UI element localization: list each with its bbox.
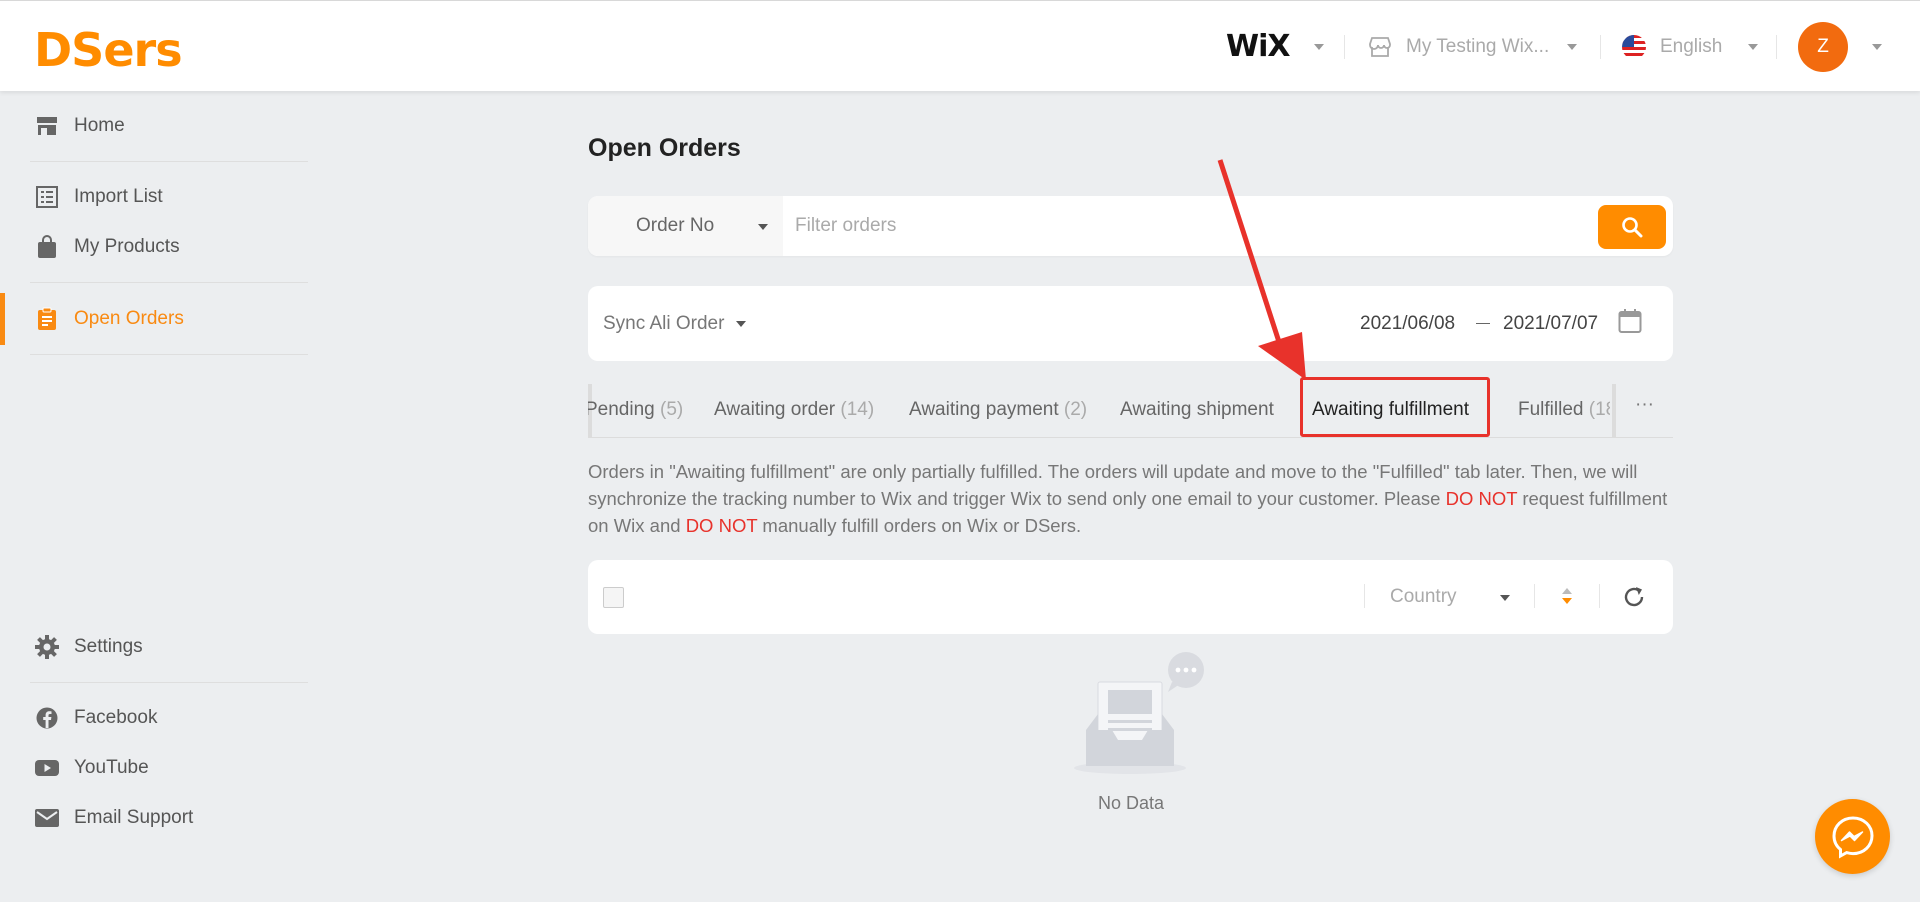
tab-awaiting-shipment[interactable]: Awaiting shipment [1120, 399, 1274, 421]
toolbar-divider [1534, 584, 1535, 608]
sidebar-item-label: Email Support [74, 807, 194, 828]
sidebar-item-label: Import List [74, 186, 163, 207]
top-header: DSers WiX My Testing Wix... English Z [0, 0, 1920, 91]
sidebar-divider [30, 354, 308, 355]
platform-switcher[interactable]: WiX [1226, 1, 1324, 92]
sidebar-item-youtube[interactable]: YouTube [0, 748, 340, 788]
tab-fulfilled[interactable]: Fulfilled (18) [1518, 399, 1610, 421]
gear-icon [35, 635, 59, 659]
language-switcher[interactable]: English [1622, 1, 1759, 92]
list-icon [35, 185, 59, 209]
youtube-icon [35, 756, 59, 780]
chevron-down-icon [758, 224, 768, 230]
account-menu[interactable]: Z [1798, 1, 1882, 92]
sidebar-item-email-support[interactable]: Email Support [0, 798, 340, 838]
sidebar-item-import-list[interactable]: Import List [0, 177, 340, 217]
sidebar-item-home[interactable]: Home [0, 106, 340, 146]
header-divider [1776, 35, 1777, 59]
sync-ali-order-select[interactable]: Sync Ali Order [603, 313, 724, 335]
chevron-down-icon[interactable] [736, 321, 746, 327]
sidebar-item-label: YouTube [74, 757, 149, 778]
empty-state-label: No Data [1098, 793, 1165, 813]
mail-icon [35, 806, 59, 830]
red-arrow-annotation [1217, 159, 1306, 380]
search-bar: Order No [588, 196, 1673, 256]
tab-awaiting-payment[interactable]: Awaiting payment (2) [909, 399, 1087, 421]
refresh-icon[interactable] [1622, 585, 1646, 614]
facebook-icon [35, 706, 59, 730]
tab-scroll-edge [1612, 384, 1616, 437]
sidebar-divider [30, 682, 308, 683]
more-tabs-button[interactable]: ··· [1635, 394, 1654, 416]
calendar-icon[interactable] [1618, 308, 1642, 339]
sidebar-divider [30, 161, 308, 162]
clipboard-icon [35, 307, 59, 331]
chevron-down-icon [1313, 43, 1324, 50]
wix-logo: WiX [1226, 29, 1291, 64]
sidebar-divider [30, 282, 308, 283]
search-icon [1621, 216, 1643, 238]
orders-list-toolbar: Country [588, 560, 1673, 634]
store-name: My Testing Wix... [1406, 35, 1550, 57]
chevron-down-icon [1872, 43, 1882, 50]
sidebar-item-label: Facebook [74, 707, 158, 728]
sidebar-item-label: Open Orders [74, 308, 184, 329]
store-icon [1368, 36, 1392, 58]
chevron-down-icon[interactable] [1500, 595, 1510, 601]
messenger-icon [1831, 815, 1875, 859]
avatar: Z [1798, 21, 1848, 72]
order-status-tabs: Pending (5) Awaiting order (14) Awaiting… [588, 384, 1673, 438]
toolbar-divider [1364, 584, 1365, 608]
date-from[interactable]: 2021/06/08 [1360, 313, 1455, 335]
us-flag-icon [1622, 34, 1646, 59]
home-icon [35, 114, 59, 138]
language-label: English [1660, 35, 1723, 57]
highlight-annotation-box [1300, 377, 1490, 437]
dsers-logo[interactable]: DSers [34, 23, 183, 77]
tab-awaiting-order[interactable]: Awaiting order (14) [714, 399, 874, 421]
chevron-down-icon [1748, 43, 1759, 50]
sidebar-item-label: Settings [74, 636, 143, 657]
select-all-checkbox[interactable] [603, 587, 624, 608]
tab-pending[interactable]: Pending (5) [588, 399, 683, 421]
awaiting-fulfillment-notice: Orders in "Awaiting fulfillment" are onl… [588, 461, 1668, 536]
sidebar-item-label: My Products [74, 236, 180, 257]
toolbar-divider [1599, 584, 1600, 608]
country-filter[interactable]: Country [1390, 586, 1457, 608]
chevron-down-icon [1567, 43, 1578, 50]
date-range-separator [1476, 323, 1490, 324]
filter-orders-input[interactable] [783, 196, 1573, 256]
sidebar-item-open-orders[interactable]: Open Orders [0, 299, 340, 339]
messenger-chat-button[interactable] [1815, 799, 1890, 874]
header-divider [1344, 35, 1345, 59]
search-button[interactable] [1598, 205, 1666, 249]
sidebar-item-settings[interactable]: Settings [0, 627, 340, 667]
sort-icon[interactable] [1561, 586, 1573, 611]
search-field-value: Order No [636, 215, 715, 236]
sidebar-item-facebook[interactable]: Facebook [0, 698, 340, 738]
sidebar-item-my-products[interactable]: My Products [0, 227, 340, 267]
page-title: Open Orders [588, 134, 741, 162]
sync-bar: Sync Ali Order 2021/06/08 2021/07/07 [588, 286, 1673, 361]
sidebar-item-label: Home [74, 115, 125, 136]
header-divider [1600, 35, 1601, 59]
search-field-select[interactable]: Order No [588, 196, 783, 256]
shopping-bag-icon [35, 235, 59, 259]
date-to[interactable]: 2021/07/07 [1503, 313, 1598, 335]
empty-inbox-illustration [1074, 652, 1204, 774]
store-switcher[interactable]: My Testing Wix... [1368, 1, 1578, 92]
